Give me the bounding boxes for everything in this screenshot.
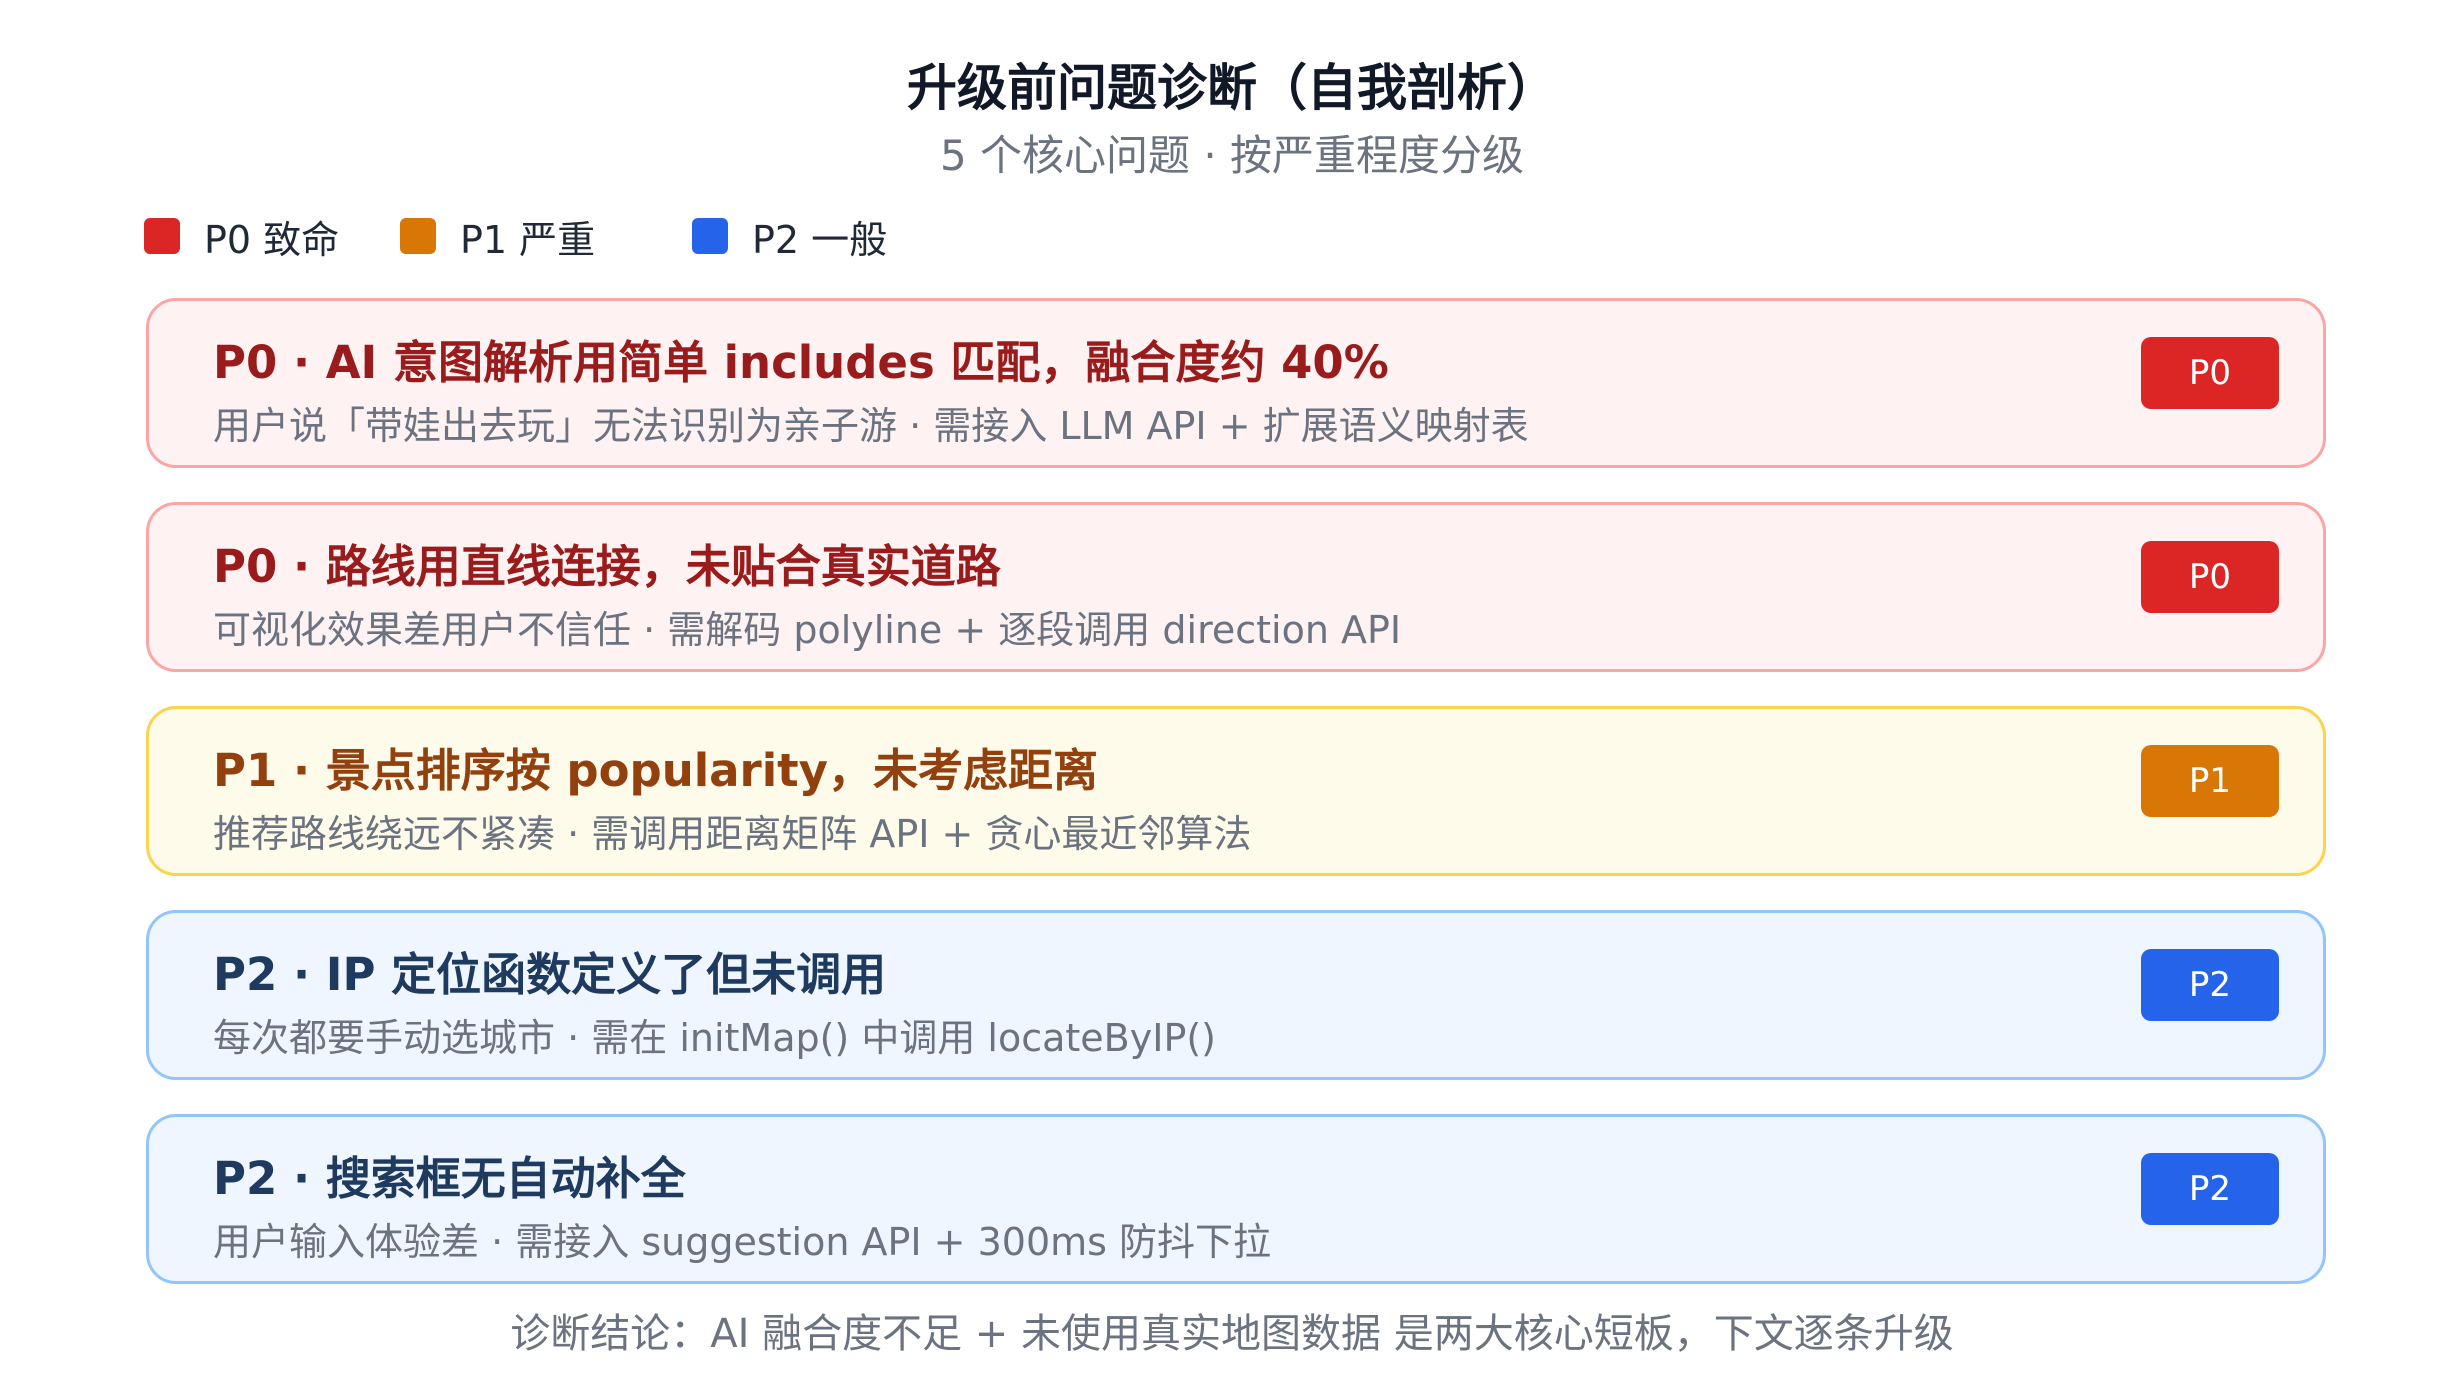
issue-card-3: P1 · 景点排序按 popularity，未考虑距离 推荐路线绕远不紧凑 · … [146, 706, 2326, 876]
diagnosis-conclusion: 诊断结论：AI 融合度不足 + 未使用真实地图数据 是两大核心短板，下文逐条升级 [510, 1311, 1954, 1357]
issue-card-2: P0 · 路线用直线连接，未贴合真实道路 可视化效果差用户不信任 · 需解码 p… [146, 502, 2326, 672]
legend-item-p0: P0 致命 [144, 212, 339, 262]
priority-badge: P2 [2141, 949, 2279, 1021]
legend-label-p1: P1 严重 [460, 217, 596, 262]
legend-item-p2: P2 一般 [692, 212, 887, 262]
issue-description: 推荐路线绕远不紧凑 · 需调用距离矩阵 API + 贪心最近邻算法 [213, 812, 1252, 856]
issue-card-4: P2 · IP 定位函数定义了但未调用 每次都要手动选城市 · 需在 initM… [146, 910, 2326, 1080]
legend-label-p0: P0 致命 [204, 217, 340, 262]
issue-description: 可视化效果差用户不信任 · 需解码 polyline + 逐段调用 direct… [213, 608, 1402, 652]
legend-swatch-p2 [692, 218, 728, 254]
legend-label-p2: P2 一般 [752, 217, 888, 262]
issue-title: P1 · 景点排序按 popularity，未考虑距离 [213, 744, 1099, 797]
issue-title: P2 · IP 定位函数定义了但未调用 [213, 948, 887, 1001]
legend-swatch-p0 [144, 218, 180, 254]
issue-card-1: P0 · AI 意图解析用简单 includes 匹配，融合度约 40% 用户说… [146, 298, 2326, 468]
priority-badge: P2 [2141, 1153, 2279, 1225]
legend-swatch-p1 [400, 218, 436, 254]
priority-badge: P1 [2141, 745, 2279, 817]
legend-item-p1: P1 严重 [400, 212, 595, 262]
priority-badge: P0 [2141, 337, 2279, 409]
issue-card-5: P2 · 搜索框无自动补全 用户输入体验差 · 需接入 suggestion A… [146, 1114, 2326, 1284]
issue-description: 用户输入体验差 · 需接入 suggestion API + 300ms 防抖下… [213, 1220, 1272, 1264]
issue-description: 用户说「带娃出去玩」无法识别为亲子游 · 需接入 LLM API + 扩展语义映… [213, 404, 1529, 448]
issue-title: P0 · AI 意图解析用简单 includes 匹配，融合度约 40% [213, 336, 1389, 389]
page-subtitle: 5 个核心问题 · 按严重程度分级 [939, 131, 1525, 180]
issue-description: 每次都要手动选城市 · 需在 initMap() 中调用 locateByIP(… [213, 1016, 1217, 1060]
issue-title: P0 · 路线用直线连接，未贴合真实道路 [213, 540, 1001, 593]
priority-badge: P0 [2141, 541, 2279, 613]
page-title: 升级前问题诊断（自我剖析） [907, 59, 1557, 117]
issue-title: P2 · 搜索框无自动补全 [213, 1152, 686, 1205]
